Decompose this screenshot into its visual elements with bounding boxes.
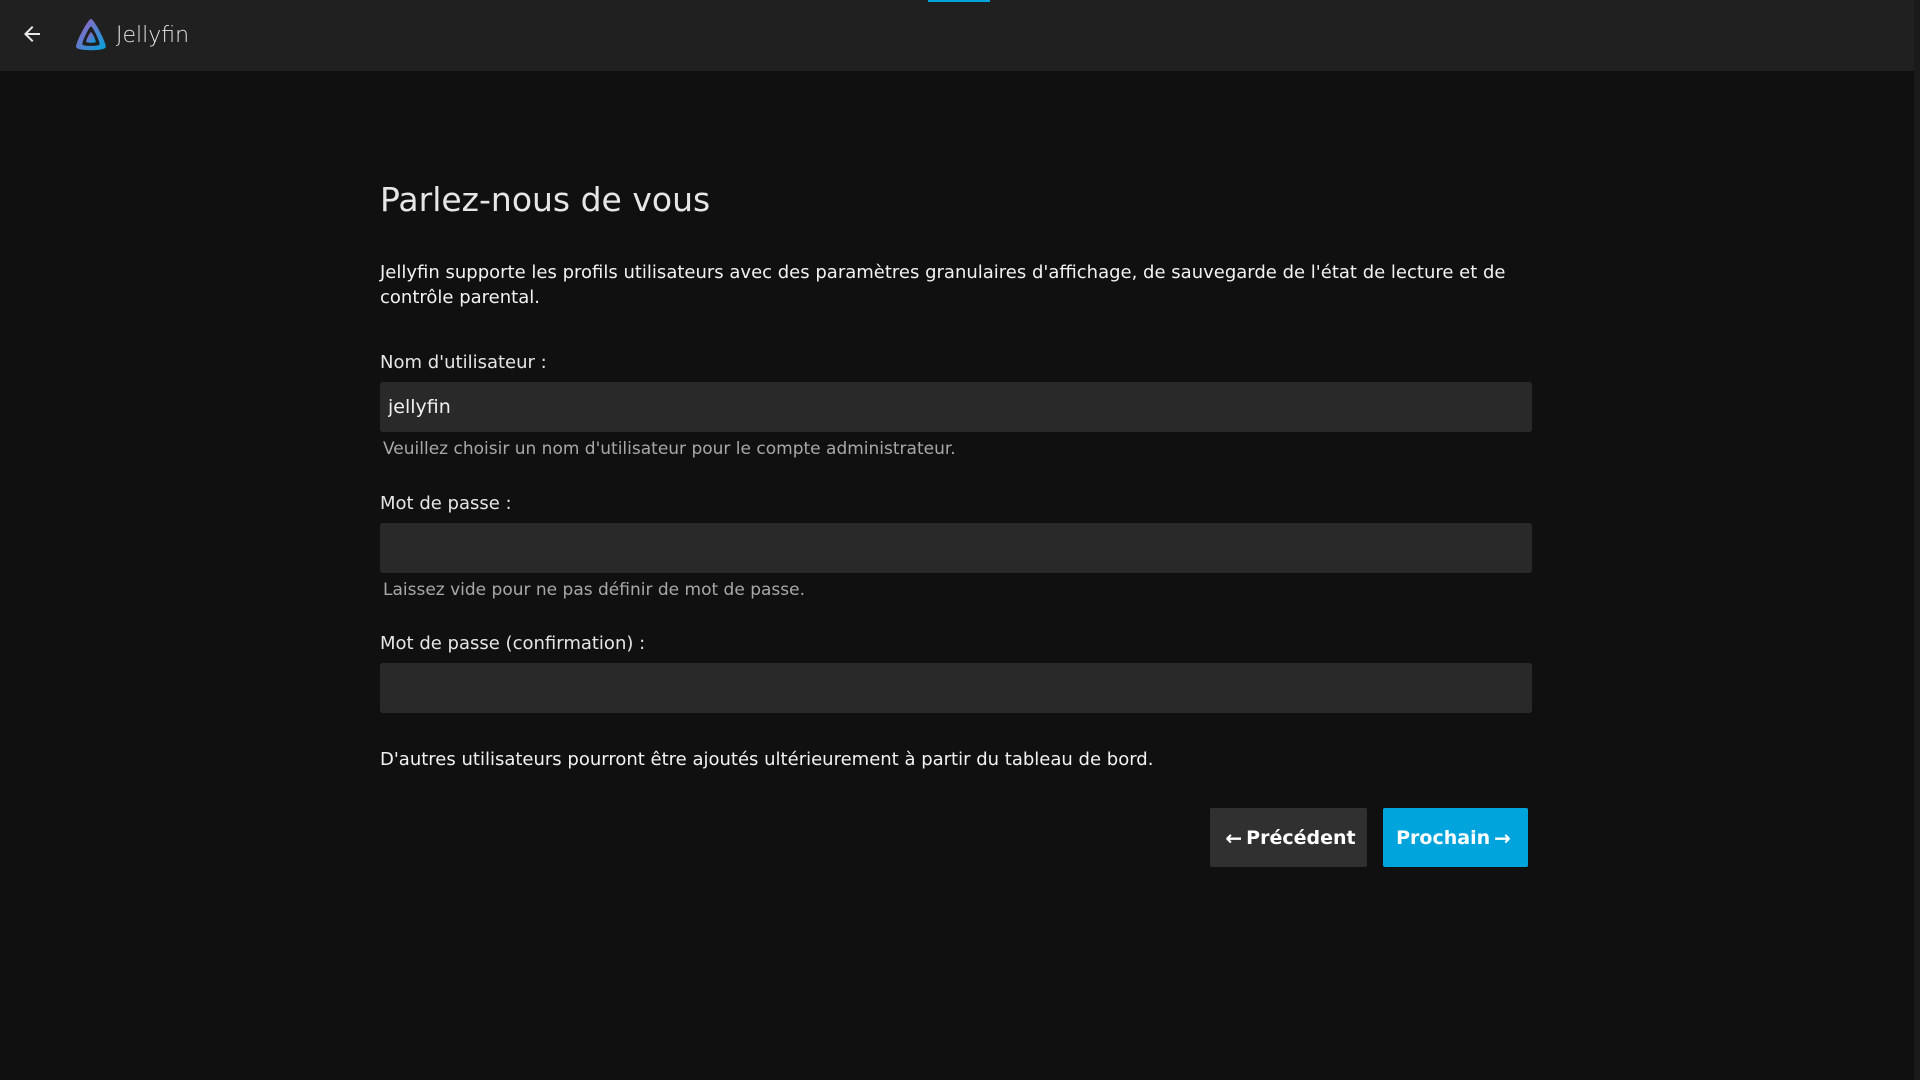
- password-confirm-input[interactable]: [380, 662, 1532, 713]
- previous-button-label: Précédent: [1246, 826, 1356, 849]
- jellyfin-logo-icon: [76, 18, 106, 51]
- arrow-left-icon: ←: [1225, 825, 1243, 850]
- setup-user-form: Parlez-nous de vous Jellyfin supporte le…: [380, 180, 1532, 771]
- password-hint: Laissez vide pour ne pas définir de mot …: [383, 579, 805, 600]
- wizard-actions: ← Précédent Prochain →: [1210, 808, 1528, 867]
- password-input[interactable]: [380, 522, 1532, 573]
- intro-text: Jellyfin supporte les profils utilisateu…: [380, 261, 1506, 308]
- scrollbar[interactable]: [1914, 0, 1920, 1080]
- next-button-label: Prochain: [1396, 826, 1491, 849]
- password-label: Mot de passe :: [380, 492, 512, 514]
- footnote: D'autres utilisateurs pourront être ajou…: [380, 748, 1154, 770]
- username-label: Nom d'utilisateur :: [380, 351, 547, 373]
- brand[interactable]: Jellyfin: [72, 16, 189, 54]
- brand-name: Jellyfin: [116, 22, 190, 48]
- next-button[interactable]: Prochain →: [1383, 808, 1528, 867]
- username-input[interactable]: [380, 381, 1532, 432]
- username-hint: Veuillez choisir un nom d'utilisateur po…: [383, 438, 956, 459]
- app-header: Jellyfin: [0, 0, 1914, 71]
- arrow-left-icon: [24, 26, 40, 42]
- arrow-right-icon: →: [1494, 825, 1511, 850]
- page-title: Parlez-nous de vous: [380, 180, 711, 219]
- password-confirm-label: Mot de passe (confirmation) :: [380, 632, 646, 654]
- previous-button[interactable]: ← Précédent: [1210, 808, 1367, 867]
- loading-indicator: [928, 0, 990, 2]
- back-button[interactable]: [14, 16, 50, 52]
